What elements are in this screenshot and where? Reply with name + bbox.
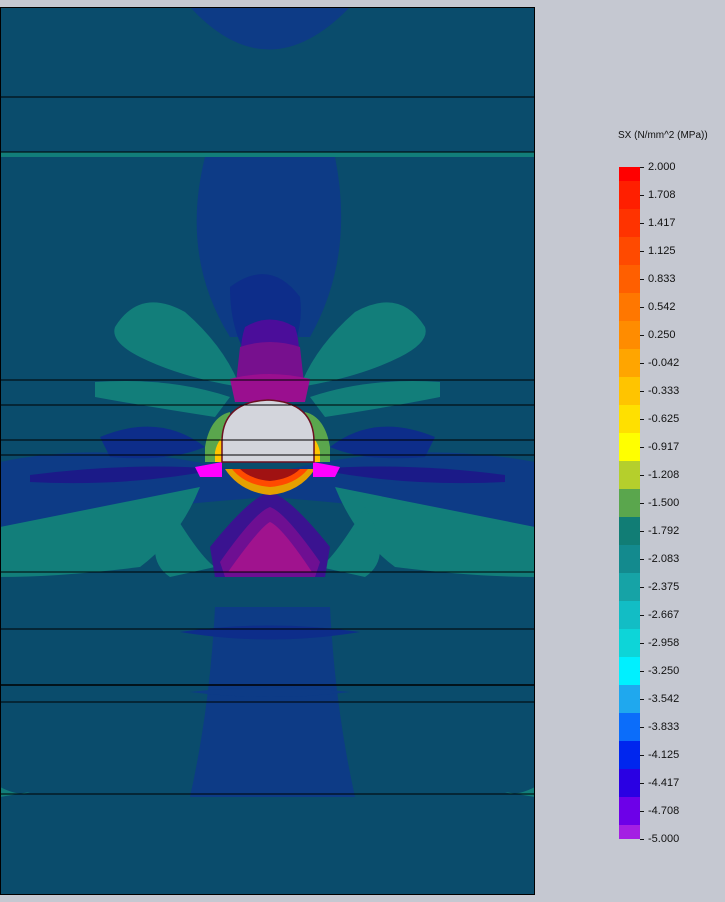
- legend-tick-mark: [640, 447, 644, 448]
- legend-tick-mark: [640, 643, 644, 644]
- colorbar-band: [619, 573, 640, 601]
- legend-tick-mark: [640, 307, 644, 308]
- legend-tick-label: -0.625: [648, 413, 680, 425]
- legend-tick-mark: [640, 755, 644, 756]
- legend-tick-mark: [640, 503, 644, 504]
- legend-tick-mark: [640, 587, 644, 588]
- legend-tick-label: -3.833: [648, 721, 680, 733]
- legend-tick-mark: [640, 419, 644, 420]
- legend-tick-mark: [640, 531, 644, 532]
- colorbar-band: [619, 405, 640, 433]
- colorbar-band: [619, 433, 640, 461]
- legend-colorbar: [619, 167, 640, 839]
- colorbar-band: [619, 489, 640, 517]
- legend-tick-label: 0.542: [648, 301, 676, 313]
- legend-tick-mark: [640, 167, 644, 168]
- colorbar-band: [619, 797, 640, 825]
- legend-tick-label: -1.792: [648, 525, 680, 537]
- colorbar-band: [619, 265, 640, 293]
- colorbar-band: [619, 209, 640, 237]
- legend-tick-mark: [640, 335, 644, 336]
- legend-tick-label: -3.250: [648, 665, 680, 677]
- legend-tick-label: -0.333: [648, 385, 680, 397]
- legend-tick-label: -4.708: [648, 805, 680, 817]
- colorbar-band: [619, 461, 640, 489]
- legend-tick-label: -2.375: [648, 581, 680, 593]
- colorbar-band: [619, 293, 640, 321]
- stress-contour-plot: [0, 7, 535, 895]
- legend-tick-label: -2.958: [648, 637, 680, 649]
- legend-tick-label: 0.833: [648, 273, 676, 285]
- legend-tick-label: -0.917: [648, 441, 680, 453]
- legend-tick-label: -4.125: [648, 749, 680, 761]
- legend-tick-mark: [640, 699, 644, 700]
- colorbar-band: [619, 657, 640, 685]
- colorbar-band: [619, 601, 640, 629]
- legend-tick-label: -1.500: [648, 497, 680, 509]
- colorbar-band: [619, 769, 640, 797]
- legend-tick-mark: [640, 391, 644, 392]
- legend-tick-label: -1.208: [648, 469, 680, 481]
- colorbar-band: [619, 321, 640, 349]
- colorbar-band: [619, 377, 640, 405]
- legend-tick-label: -2.083: [648, 553, 680, 565]
- colorbar-band: [619, 237, 640, 265]
- colorbar-band: [619, 685, 640, 713]
- colorbar-band: [619, 167, 640, 181]
- legend-tick-mark: [640, 195, 644, 196]
- legend-tick-mark: [640, 363, 644, 364]
- legend-tick-mark: [640, 811, 644, 812]
- stress-plot-viewport[interactable]: [0, 7, 535, 895]
- colorbar-band: [619, 517, 640, 545]
- colorbar-band: [619, 741, 640, 769]
- colorbar-band: [619, 349, 640, 377]
- legend-tick-mark: [640, 279, 644, 280]
- legend-tick-mark: [640, 223, 644, 224]
- legend-tick-mark: [640, 783, 644, 784]
- legend-title: SX (N/mm^2 (MPa)): [618, 130, 708, 141]
- legend-tick-label: -4.417: [648, 777, 680, 789]
- legend-tick-label: -0.042: [648, 357, 680, 369]
- colorbar-band: [619, 629, 640, 657]
- legend-tick-mark: [640, 615, 644, 616]
- legend-tick-mark: [640, 251, 644, 252]
- legend-tick-label: 0.250: [648, 329, 676, 341]
- colorbar-band: [619, 545, 640, 573]
- legend-tick-mark: [640, 727, 644, 728]
- legend-tick-mark: [640, 839, 644, 840]
- legend-tick-label: -5.000: [648, 833, 680, 845]
- legend-tick-label: -2.667: [648, 609, 680, 621]
- colorbar-band: [619, 713, 640, 741]
- legend-tick-mark: [640, 559, 644, 560]
- colorbar-band: [619, 825, 640, 839]
- legend-tick-mark: [640, 671, 644, 672]
- legend-tick-mark: [640, 475, 644, 476]
- colorbar-band: [619, 181, 640, 209]
- legend-tick-label: -3.542: [648, 693, 680, 705]
- legend-tick-label: 1.125: [648, 245, 676, 257]
- legend-tick-label: 1.417: [648, 217, 676, 229]
- legend-tick-label: 2.000: [648, 161, 676, 173]
- legend-tick-label: 1.708: [648, 189, 676, 201]
